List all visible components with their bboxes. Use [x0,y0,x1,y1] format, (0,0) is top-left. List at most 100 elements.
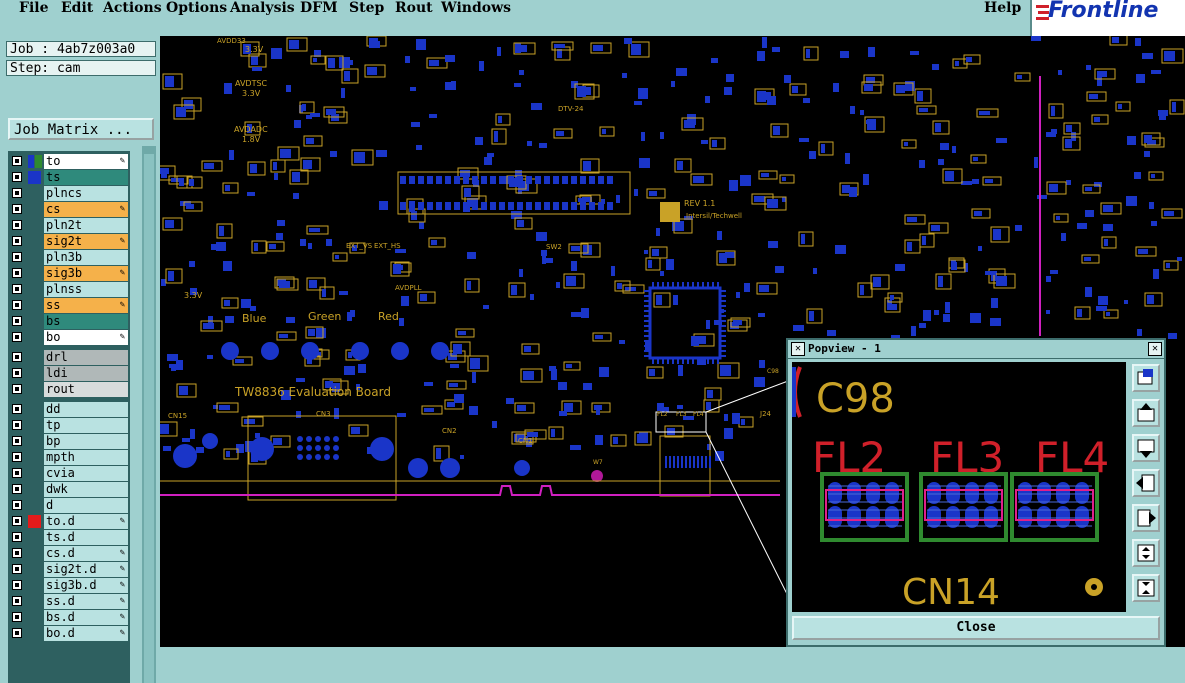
popview-tool-pan-down-icon[interactable] [1132,434,1160,462]
popview-canvas[interactable]: C98 FL2 FL3 FL4 CN14 [792,362,1126,613]
layer-color-swatch[interactable] [28,515,41,528]
layer-name[interactable]: ss ✎ [44,298,128,313]
layer-checkbox[interactable] [12,564,22,574]
layer-name[interactable]: bo.d ✎ [44,626,128,641]
layer-checkbox[interactable] [12,268,22,278]
layer-checkbox[interactable] [12,284,22,294]
menu-help[interactable]: Help [984,0,1021,16]
layer-name[interactable]: d [44,498,128,513]
menu-options[interactable]: Options [166,0,227,16]
layer-checkbox[interactable] [12,436,22,446]
layer-name[interactable]: pln3b [44,250,128,265]
layer-name[interactable]: to ✎ [44,154,128,169]
popview-tool-zoom-home-icon[interactable] [1132,364,1160,392]
layer-row-mpth[interactable]: mpth [8,450,130,465]
layer-row-ts-d[interactable]: ts.d [8,530,130,545]
layer-checkbox[interactable] [12,404,22,414]
layer-name[interactable]: bs.d ✎ [44,610,128,625]
layer-name[interactable]: cs.d ✎ [44,546,128,561]
layer-row-bs[interactable]: bs [8,314,130,329]
layer-name[interactable]: sig3b ✎ [44,266,128,281]
layer-checkbox[interactable] [12,300,22,310]
layer-checkbox[interactable] [12,316,22,326]
layer-name[interactable]: drl [44,350,128,365]
popview-tool-zoom-in-icon[interactable] [1132,539,1160,567]
layer-row-dd[interactable]: dd [8,402,130,417]
layer-name[interactable]: cs ✎ [44,202,128,217]
popview-tool-pan-left-icon[interactable] [1132,469,1160,497]
layer-name[interactable]: sig2t ✎ [44,234,128,249]
layer-row-cs-d[interactable]: cs.d ✎ [8,546,130,561]
layer-checkbox[interactable] [12,172,22,182]
layer-row-to[interactable]: to ✎ [8,154,130,169]
job-matrix-button[interactable]: Job Matrix ... [8,118,154,140]
layer-row-plnss[interactable]: plnss [8,282,130,297]
layer-name[interactable]: bo ✎ [44,330,128,345]
layer-checkbox[interactable] [12,188,22,198]
layer-row-cs[interactable]: cs ✎ [8,202,130,217]
layer-color-swatch[interactable] [28,155,34,168]
layer-checkbox[interactable] [12,252,22,262]
popview-tool-pan-right-icon[interactable] [1132,504,1160,532]
layer-row-dwk[interactable]: dwk [8,482,130,497]
layer-name[interactable]: bp [44,434,128,449]
layer-row-bp[interactable]: bp [8,434,130,449]
layer-name[interactable]: ts.d [44,530,128,545]
layer-checkbox[interactable] [12,484,22,494]
popview-close-icon[interactable]: ✕ [1148,342,1162,356]
menu-windows[interactable]: Windows [441,0,511,16]
layer-row-ss-d[interactable]: ss.d ✎ [8,594,130,609]
layer-checkbox[interactable] [12,236,22,246]
layer-row-tp[interactable]: tp [8,418,130,433]
layer-checkbox[interactable] [12,204,22,214]
menu-edit[interactable]: Edit [61,0,93,16]
layer-row-bs-d[interactable]: bs.d ✎ [8,610,130,625]
layer-row-d[interactable]: d [8,498,130,513]
layer-name[interactable]: ldi [44,366,128,381]
popview-tool-pan-up-icon[interactable] [1132,399,1160,427]
layer-row-cvia[interactable]: cvia [8,466,130,481]
layer-checkbox[interactable] [12,452,22,462]
layer-checkbox[interactable] [12,420,22,430]
popview-close-button[interactable]: Close [792,616,1160,640]
layer-row-pln3b[interactable]: pln3b [8,250,130,265]
menu-rout[interactable]: Rout [395,0,433,16]
popview-zoom-view[interactable]: C98 FL2 FL3 FL4 CN14 [792,362,1126,613]
layer-name[interactable]: ss.d ✎ [44,594,128,609]
menu-step[interactable]: Step [349,0,384,16]
layer-row-drl[interactable]: drl [8,350,130,365]
layer-row-to-d[interactable]: to.d ✎ [8,514,130,529]
layer-name[interactable]: rout [44,382,128,397]
layer-row-ts[interactable]: ts [8,170,130,185]
menu-actions[interactable]: Actions [103,0,162,16]
layer-list-scroll-thumb[interactable] [144,154,154,683]
popview-menu-icon[interactable]: ✕ [791,342,805,356]
layer-name[interactable]: ts [44,170,128,185]
layer-row-plncs[interactable]: plncs [8,186,130,201]
layer-checkbox[interactable] [12,580,22,590]
popview-tool-zoom-out-icon[interactable] [1132,574,1160,602]
layer-name[interactable]: plnss [44,282,128,297]
layer-checkbox[interactable] [12,468,22,478]
layer-checkbox[interactable] [12,156,22,166]
layer-name[interactable]: mpth [44,450,128,465]
layer-checkbox[interactable] [12,332,22,342]
popview-titlebar[interactable]: ✕ Popview - 1 ✕ [788,340,1164,359]
menu-dfm[interactable]: DFM [300,0,338,16]
layer-checkbox[interactable] [12,596,22,606]
layer-color-swatch[interactable] [28,171,41,184]
layer-checkbox[interactable] [12,352,22,362]
layer-checkbox[interactable] [12,500,22,510]
layer-row-pln2t[interactable]: pln2t [8,218,130,233]
layer-row-ldi[interactable]: ldi [8,366,130,381]
layer-checkbox[interactable] [12,368,22,378]
layer-name[interactable]: sig3b.d ✎ [44,578,128,593]
layer-checkbox[interactable] [12,384,22,394]
layer-name[interactable]: dwk [44,482,128,497]
layer-checkbox[interactable] [12,220,22,230]
layer-checkbox[interactable] [12,548,22,558]
layer-name[interactable]: bs [44,314,128,329]
layer-row-sig2t[interactable]: sig2t ✎ [8,234,130,249]
layer-row-sig2t-d[interactable]: sig2t.d ✎ [8,562,130,577]
layer-color-swatch[interactable] [35,155,42,168]
